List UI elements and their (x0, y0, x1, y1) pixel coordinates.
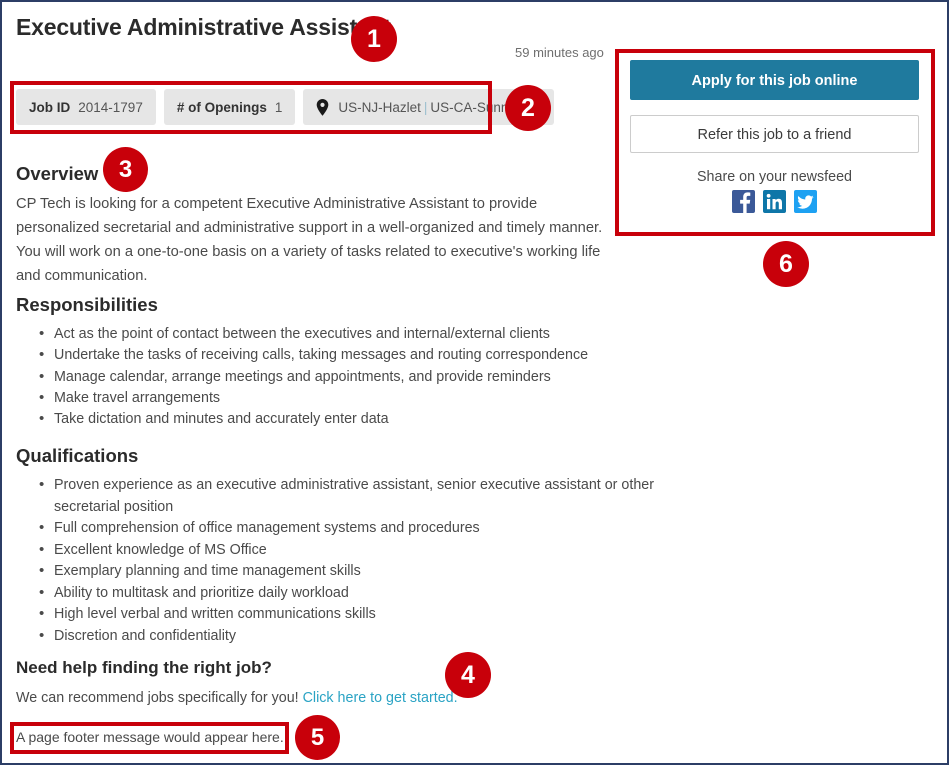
location-primary: US-NJ-Hazlet (338, 99, 421, 115)
posted-time: 59 minutes ago (515, 45, 604, 60)
annotation-badge-3: 3 (103, 147, 148, 192)
list-item: Take dictation and minutes and accuratel… (39, 408, 654, 430)
job-action-panel: Apply for this job online Refer this job… (630, 60, 919, 213)
get-started-link[interactable]: Click here to get started. (303, 690, 458, 706)
job-id-value: 2014-1797 (78, 99, 143, 115)
job-posting-page: Executive Administrative Assistant 59 mi… (0, 0, 949, 765)
responsibilities-heading: Responsibilities (16, 294, 158, 315)
openings-value: 1 (274, 99, 283, 115)
list-item: Full comprehension of office management … (39, 517, 654, 540)
need-help-prefix: We can recommend jobs specifically for y… (16, 690, 299, 706)
page-title: Executive Administrative Assistant (16, 14, 391, 40)
twitter-icon[interactable] (794, 190, 817, 213)
facebook-icon[interactable] (732, 190, 755, 213)
list-item: Ability to multitask and prioritize dail… (39, 582, 654, 605)
list-item: Undertake the tasks of receiving calls, … (39, 344, 654, 366)
list-item: Act as the point of contact between the … (39, 323, 654, 345)
list-item: Proven experience as an executive admini… (39, 474, 654, 518)
overview-heading: Overview (16, 163, 99, 184)
annotation-badge-6: 6 (763, 241, 809, 287)
share-icons (630, 190, 919, 213)
openings-pill: # of Openings 1 (163, 89, 296, 125)
apply-button[interactable]: Apply for this job online (630, 60, 919, 100)
annotation-badge-2: 2 (505, 85, 551, 131)
job-id-label: Job ID (29, 99, 71, 115)
list-item: Exemplary planning and time management s… (39, 560, 654, 583)
list-item: Make travel arrangements (39, 387, 654, 409)
need-help-text: We can recommend jobs specifically for y… (16, 690, 458, 706)
overview-body: CP Tech is looking for a competent Execu… (16, 196, 603, 284)
location-separator: | (423, 99, 428, 115)
openings-label: # of Openings (176, 99, 267, 115)
linkedin-icon[interactable] (763, 190, 786, 213)
annotation-badge-5: 5 (295, 715, 340, 760)
list-item: Excellent knowledge of MS Office (39, 539, 654, 562)
list-item: Manage calendar, arrange meetings and ap… (39, 366, 654, 388)
job-meta-row: Job ID 2014-1797 # of Openings 1 US-NJ-H… (16, 89, 554, 125)
map-pin-icon (316, 98, 329, 116)
need-help-heading: Need help finding the right job? (16, 658, 272, 677)
qualifications-list: Proven experience as an executive admini… (16, 474, 654, 648)
list-item: High level verbal and written communicat… (39, 603, 654, 626)
annotation-badge-1: 1 (351, 16, 397, 62)
responsibilities-list: Act as the point of contact between the … (16, 323, 654, 430)
page-footer-message: A page footer message would appear here. (16, 729, 284, 745)
share-label: Share on your newsfeed (697, 169, 852, 185)
annotation-badge-4: 4 (445, 652, 491, 698)
list-item: Discretion and confidentiality (39, 625, 654, 648)
job-id-pill: Job ID 2014-1797 (16, 89, 156, 125)
qualifications-heading: Qualifications (16, 445, 139, 466)
refer-button[interactable]: Refer this job to a friend (630, 115, 919, 153)
